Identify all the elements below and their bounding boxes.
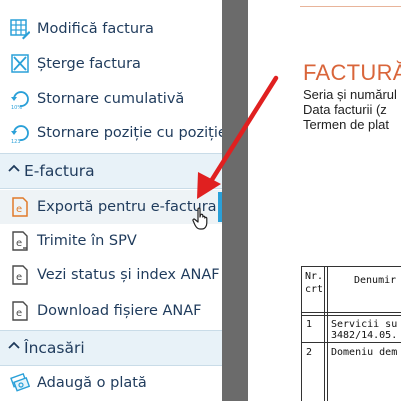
section-title: Încasări (24, 339, 85, 357)
table-cell-nr: 1 (306, 319, 313, 330)
menu-item-label: Vezi status și index ANAF (37, 267, 220, 283)
svg-text:e: e (16, 308, 22, 319)
status-e-document-icon: e (12, 265, 28, 285)
menu-item-export-efactura[interactable]: e Exportă pentru e-factura (0, 190, 222, 224)
table-header-nr: crt (305, 284, 324, 295)
table-cell-text: Servicii su (331, 319, 398, 330)
invoice-items-table: Nr. crt Denumir 1 Servicii su 3482/14.05… (301, 266, 401, 401)
table-row-divider (302, 342, 401, 343)
table-edit-icon (10, 19, 30, 40)
table-row-divider (302, 312, 401, 313)
menu-item-label: Stornare cumulativă (37, 91, 185, 107)
menu-item-label: Adaugă o plată (37, 375, 147, 391)
menu-item-storno-position[interactable]: 123 Stornare poziție cu poziție (0, 118, 222, 148)
section-header-efactura[interactable]: E-factura (0, 153, 222, 189)
table-cell-nr: 2 (306, 347, 313, 358)
sidebar-menu: Modifică factura Șterge factura 10% Stor… (0, 0, 222, 401)
menu-item-label: Stornare poziție cu poziție (37, 125, 222, 141)
menu-item-label: Modifică factura (37, 21, 154, 37)
section-title: E-factura (24, 162, 95, 180)
svg-text:e: e (16, 272, 22, 283)
table-header-nr: Nr. (305, 271, 324, 282)
menu-item-label: Exportă pentru e-factura (37, 199, 217, 215)
menu-item-delete-invoice[interactable]: Șterge factura (0, 49, 222, 79)
invoice-preview: FACTURĂ Seria și numărul Data facturii (… (248, 0, 401, 401)
svg-text:e: e (16, 238, 22, 249)
invoice-title: FACTURĂ (303, 60, 401, 85)
invoice-series-line: Seria și numărul (303, 87, 397, 102)
hand-cursor-icon (192, 207, 208, 230)
table-row-divider (302, 315, 401, 316)
svg-text:e: e (16, 204, 22, 215)
menu-item-status-anaf[interactable]: e Vezi status și index ANAF (0, 260, 222, 290)
menu-item-label: Șterge factura (37, 56, 141, 72)
table-header-denumire: Denumir (354, 275, 397, 286)
menu-item-storno-cumulative[interactable]: 10% Stornare cumulativă (0, 84, 222, 114)
invoice-date-line: Data facturii (z (303, 102, 387, 117)
panel-divider[interactable] (222, 0, 248, 401)
menu-item-modify-invoice[interactable]: Modifică factura (0, 14, 222, 44)
chevron-up-icon (8, 164, 20, 172)
menu-item-download-anaf[interactable]: e Download fișiere ANAF (0, 296, 222, 326)
svg-text:10%: 10% (11, 105, 22, 110)
header-rule (300, 6, 401, 7)
add-payment-icon (10, 372, 30, 392)
menu-item-label: Download fișiere ANAF (37, 303, 202, 319)
chevron-up-icon (8, 341, 20, 349)
table-cell-text: 3482/14.05. (331, 330, 398, 341)
menu-item-add-payment[interactable]: Adaugă o plată (0, 368, 222, 398)
menu-item-send-spv[interactable]: e Trimite în SPV (0, 226, 222, 256)
table-col-divider (327, 267, 328, 401)
table-col-divider (324, 267, 325, 401)
download-e-document-icon: e (12, 301, 28, 321)
delete-x-icon (11, 54, 29, 73)
send-e-document-icon: e (12, 231, 28, 251)
table-cell-text: Domeniu dem (331, 347, 398, 358)
svg-text:123: 123 (11, 139, 21, 144)
export-e-document-icon: e (12, 197, 28, 217)
invoice-due-line: Termen de plat (303, 117, 389, 132)
storno-position-icon: 123 (11, 125, 29, 144)
menu-item-label: Trimite în SPV (37, 233, 137, 249)
storno-cumulative-icon: 10% (11, 91, 29, 110)
section-header-incasari[interactable]: Încasări (0, 330, 222, 366)
